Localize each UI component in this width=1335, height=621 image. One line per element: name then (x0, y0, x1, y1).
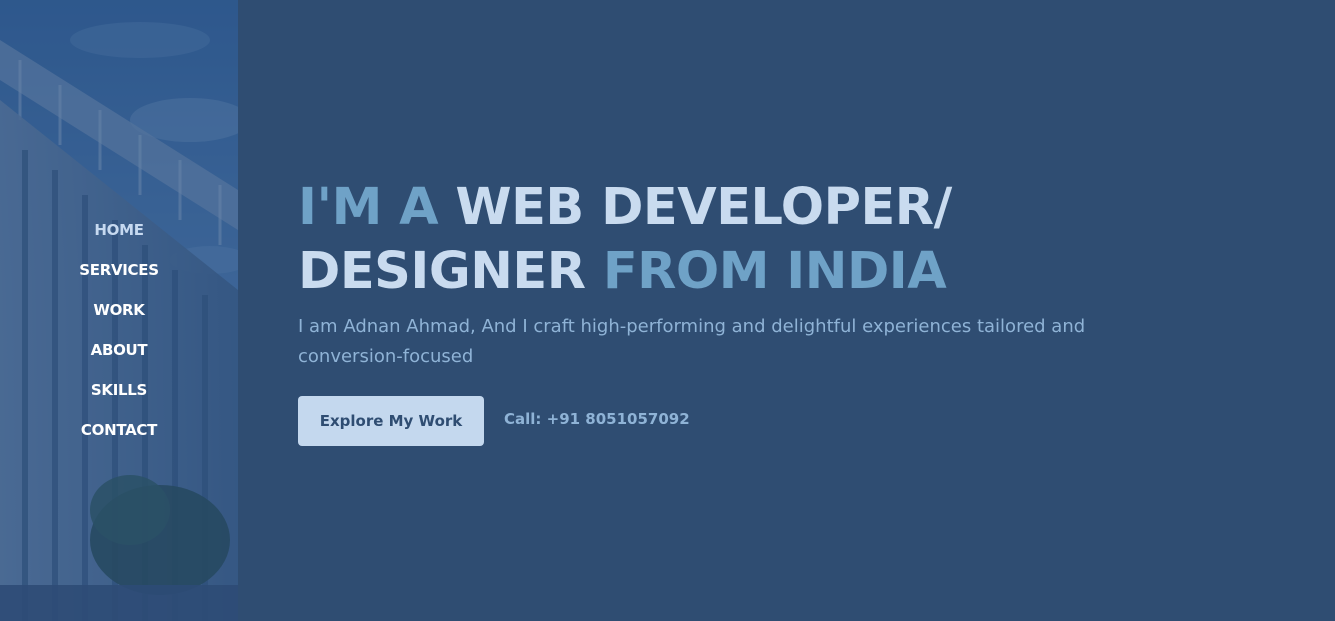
main-nav: HOME SERVICES WORK ABOUT SKILLS CONTACT (0, 210, 238, 450)
cta-row: Explore My Work Call: +91 8051057092 (298, 396, 1198, 446)
nav-item-skills[interactable]: SKILLS (91, 370, 147, 410)
nav-item-home[interactable]: HOME (94, 210, 144, 250)
nav-item-about[interactable]: ABOUT (91, 330, 148, 370)
hero-title-part-3: DESIGNER (298, 242, 586, 301)
explore-work-button[interactable]: Explore My Work (298, 396, 484, 446)
hero-title-line-2: DESIGNER FROM INDIA (298, 240, 1198, 304)
hero-title-line-1: I'M A WEB DEVELOPER/ (298, 176, 1198, 240)
nav-item-contact[interactable]: CONTACT (81, 410, 157, 450)
sidebar: HOME SERVICES WORK ABOUT SKILLS CONTACT (0, 0, 238, 621)
nav-item-work[interactable]: WORK (93, 290, 145, 330)
hero-title-part-1: I'M A (298, 178, 439, 237)
hero-title-part-2: WEB DEVELOPER/ (455, 178, 952, 237)
nav-item-services[interactable]: SERVICES (79, 250, 159, 290)
hero-subtitle: I am Adnan Ahmad, And I craft high-perfo… (298, 316, 1086, 367)
call-phone-link[interactable]: Call: +91 8051057092 (504, 410, 690, 428)
hero-section: I'M A WEB DEVELOPER/ DESIGNER FROM INDIA… (298, 176, 1198, 446)
hero-title-part-4: FROM INDIA (602, 242, 947, 301)
hero-title: I'M A WEB DEVELOPER/ DESIGNER FROM INDIA (298, 176, 1198, 304)
